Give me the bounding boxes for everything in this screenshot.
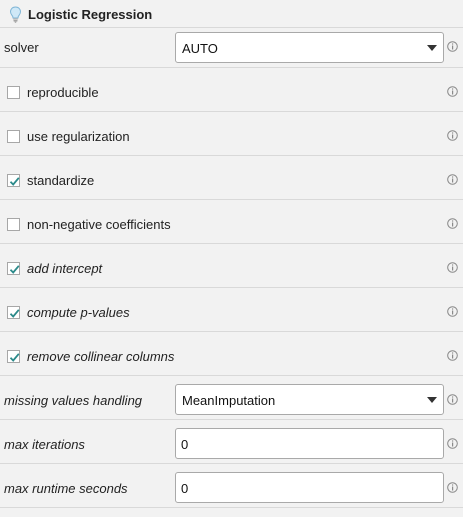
lightbulb-icon [9, 6, 22, 23]
chevron-down-icon [427, 397, 437, 403]
solver-value: AUTO [182, 41, 218, 56]
add-intercept-checkbox[interactable] [7, 262, 20, 275]
reproducible-row: reproducible [0, 68, 463, 112]
remove-collinear-columns-label: remove collinear columns [27, 349, 175, 364]
remove-collinear-columns-row: remove collinear columns [0, 332, 463, 376]
info-icon[interactable] [447, 438, 458, 449]
solver-label: solver [4, 40, 39, 55]
max-runtime-seconds-value: 0 [181, 481, 189, 496]
info-icon[interactable] [447, 41, 458, 52]
non-negative-coefficients-row: non-negative coefficients [0, 200, 463, 244]
add-intercept-label: add intercept [27, 261, 103, 276]
checkmark-icon [9, 309, 20, 318]
panel-header: Logistic Regression [0, 0, 463, 28]
max-iterations-value: 0 [181, 437, 189, 452]
missing-values-handling-row: missing values handling MeanImputation [0, 376, 463, 420]
solver-select[interactable]: AUTO [175, 32, 444, 63]
max-iterations-input[interactable]: 0 [175, 428, 444, 459]
max-iterations-row: max iterations 0 [0, 420, 463, 464]
info-icon[interactable] [447, 394, 458, 405]
info-icon[interactable] [447, 130, 458, 141]
max-iterations-label: max iterations [4, 437, 85, 452]
checkmark-icon [9, 265, 20, 274]
max-runtime-seconds-row: max runtime seconds 0 [0, 464, 463, 508]
compute-p-values-checkbox[interactable] [7, 306, 20, 319]
remove-collinear-columns-checkbox[interactable] [7, 350, 20, 363]
standardize-checkbox[interactable] [7, 174, 20, 187]
compute-p-values-row: compute p-values [0, 288, 463, 332]
compute-p-values-label: compute p-values [27, 305, 130, 320]
info-icon[interactable] [447, 350, 458, 361]
info-icon[interactable] [447, 86, 458, 97]
info-icon[interactable] [447, 482, 458, 493]
info-icon[interactable] [447, 218, 458, 229]
reproducible-label: reproducible [27, 85, 99, 100]
use-regularization-checkbox[interactable] [7, 130, 20, 143]
panel-bottom-edge [0, 508, 463, 517]
checkmark-icon [9, 353, 20, 362]
missing-values-handling-select[interactable]: MeanImputation [175, 384, 444, 415]
standardize-label: standardize [27, 173, 95, 188]
non-negative-coefficients-label: non-negative coefficients [27, 217, 171, 232]
max-runtime-seconds-label: max runtime seconds [4, 481, 128, 496]
info-icon[interactable] [447, 262, 458, 273]
info-icon[interactable] [447, 174, 458, 185]
add-intercept-row: add intercept [0, 244, 463, 288]
reproducible-checkbox[interactable] [7, 86, 20, 99]
panel-title: Logistic Regression [28, 7, 153, 22]
use-regularization-row: use regularization [0, 112, 463, 156]
max-runtime-seconds-input[interactable]: 0 [175, 472, 444, 503]
standardize-row: standardize [0, 156, 463, 200]
missing-values-handling-label: missing values handling [4, 393, 143, 408]
non-negative-coefficients-checkbox[interactable] [7, 218, 20, 231]
missing-values-handling-value: MeanImputation [182, 393, 276, 408]
checkmark-icon [9, 177, 20, 186]
use-regularization-label: use regularization [27, 129, 130, 144]
info-icon[interactable] [447, 306, 458, 317]
solver-row: solver AUTO [0, 28, 463, 68]
chevron-down-icon [427, 45, 437, 51]
